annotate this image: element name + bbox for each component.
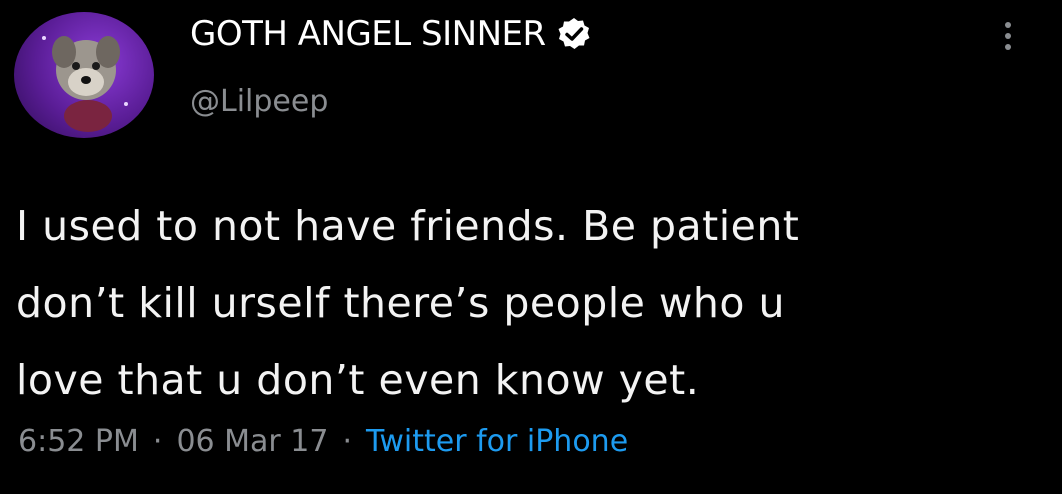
tweet-text-line: I used to not have friends. Be patient bbox=[16, 202, 800, 250]
tweet-time: 6:52 PM bbox=[18, 424, 139, 459]
verified-badge-icon bbox=[556, 16, 592, 52]
meta-separator: · bbox=[342, 424, 353, 459]
dog-avatar-icon bbox=[42, 36, 128, 132]
user-handle[interactable]: @Lilpeep bbox=[190, 84, 328, 119]
tweet-text-line: love that u don’t even know yet. bbox=[16, 356, 700, 404]
display-name[interactable]: GOTH ANGEL SINNER bbox=[190, 14, 592, 54]
tweet-source-link[interactable]: Twitter for iPhone bbox=[366, 424, 628, 459]
meta-separator: · bbox=[152, 424, 163, 459]
tweet-card: GOTH ANGEL SINNER @Lilpeep I used to not… bbox=[0, 0, 1062, 494]
tweet-text: I used to not have friends. Be patient d… bbox=[16, 188, 1046, 419]
more-vertical-icon[interactable] bbox=[996, 22, 1020, 62]
avatar[interactable] bbox=[14, 12, 154, 138]
display-name-text: GOTH ANGEL SINNER bbox=[190, 14, 546, 54]
tweet-date: 06 Mar 17 bbox=[176, 424, 329, 459]
tweet-meta: 6:52 PM · 06 Mar 17 · Twitter for iPhone bbox=[18, 424, 628, 459]
tweet-text-line: don’t kill urself there’s people who u bbox=[16, 279, 785, 327]
